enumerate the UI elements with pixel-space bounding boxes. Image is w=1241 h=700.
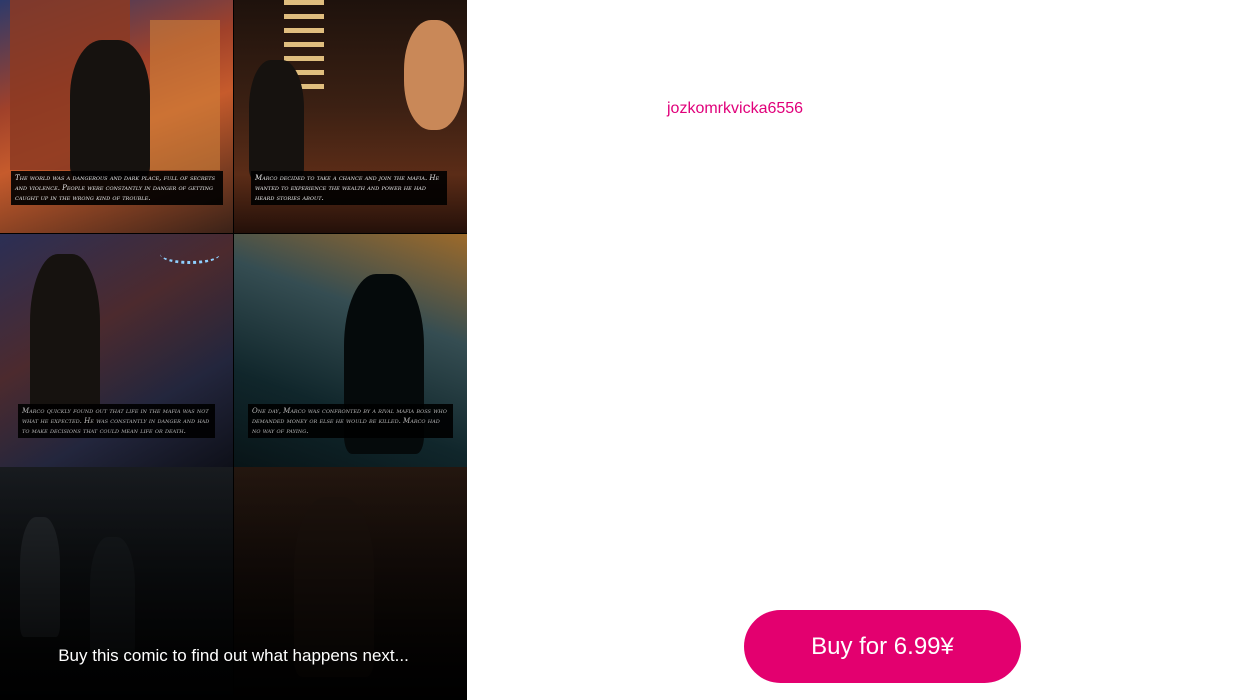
panel-2-boss-face [404,20,464,130]
panel-3-marco-figure [30,254,100,424]
panel-1-marco-figure [70,40,150,180]
author-username-link[interactable]: jozkomrkvicka6556 [667,99,803,119]
panel-1-building-far [150,20,220,170]
caption-panel-2: Marco decided to take a chance and join … [251,171,447,205]
caption-panel-3: Marco quickly found out that life in the… [18,404,215,438]
caption-panel-4: One day, Marco was confronted by a rival… [248,404,453,438]
comic-preview: The world was a dangerous and dark place… [0,0,467,700]
buy-button[interactable]: Buy for 6.99¥ [744,610,1021,683]
caption-panel-1: The world was a dangerous and dark place… [11,171,223,205]
purchase-teaser-text: Buy this comic to find out what happens … [58,646,409,665]
panel-3-string-lights [160,244,220,264]
panel-2-marco-figure [249,60,304,180]
